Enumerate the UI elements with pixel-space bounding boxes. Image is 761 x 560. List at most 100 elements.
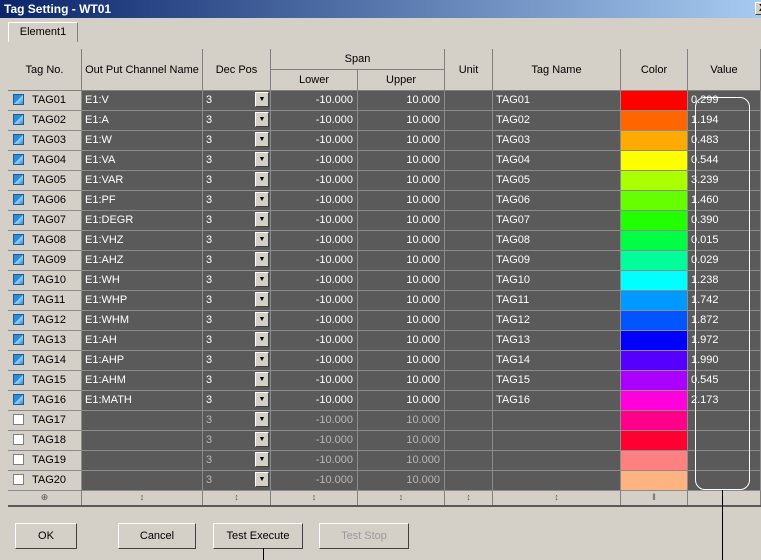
chevron-down-icon[interactable]: ▼ xyxy=(255,192,269,207)
tag-number-cell[interactable]: TAG02 xyxy=(8,111,82,131)
channel-cell[interactable]: E1:PF xyxy=(82,191,203,211)
span-upper-cell[interactable]: 10.000 xyxy=(358,171,445,191)
tag-name-cell[interactable]: TAG01 xyxy=(493,91,621,111)
channel-cell[interactable]: E1:WH xyxy=(82,271,203,291)
chevron-down-icon[interactable]: ▼ xyxy=(255,452,269,467)
tag-name-cell[interactable]: TAG10 xyxy=(493,271,621,291)
chevron-down-icon[interactable]: ▼ xyxy=(255,332,269,347)
tag-enable-checkbox[interactable] xyxy=(13,94,24,105)
tag-name-cell[interactable]: TAG04 xyxy=(493,151,621,171)
chevron-down-icon[interactable]: ▼ xyxy=(255,352,269,367)
dec-pos-select[interactable]: 3 ▼ xyxy=(203,411,271,431)
close-button[interactable]: X xyxy=(755,2,761,15)
unit-cell[interactable] xyxy=(445,271,493,291)
chevron-down-icon[interactable]: ▼ xyxy=(255,412,269,427)
channel-cell[interactable] xyxy=(82,411,203,431)
chevron-down-icon[interactable]: ▼ xyxy=(255,112,269,127)
color-swatch[interactable] xyxy=(621,431,688,451)
tag-enable-checkbox[interactable] xyxy=(13,434,24,445)
channel-cell[interactable]: E1:MATH xyxy=(82,391,203,411)
tag-number-cell[interactable]: TAG10 xyxy=(8,271,82,291)
chevron-down-icon[interactable]: ▼ xyxy=(255,432,269,447)
column-header-value[interactable]: Value xyxy=(688,49,761,91)
column-header-color[interactable]: Color xyxy=(621,49,688,91)
span-upper-cell[interactable]: 10.000 xyxy=(358,251,445,271)
dec-pos-select[interactable]: 3 ▼ xyxy=(203,331,271,351)
tag-name-cell[interactable]: TAG09 xyxy=(493,251,621,271)
span-lower-cell[interactable]: -10.000 xyxy=(271,291,358,311)
channel-cell[interactable]: E1:AHZ xyxy=(82,251,203,271)
color-swatch[interactable] xyxy=(621,311,688,331)
span-lower-cell[interactable]: -10.000 xyxy=(271,131,358,151)
column-resize-handle[interactable]: ↕ xyxy=(203,491,271,505)
tag-name-cell[interactable]: TAG12 xyxy=(493,311,621,331)
column-header-tag-name[interactable]: Tag Name xyxy=(493,49,621,91)
span-upper-cell[interactable]: 10.000 xyxy=(358,131,445,151)
unit-cell[interactable] xyxy=(445,471,493,491)
tag-name-cell[interactable] xyxy=(493,411,621,431)
cancel-button[interactable]: Cancel xyxy=(118,523,196,549)
tag-name-cell[interactable]: TAG14 xyxy=(493,351,621,371)
chevron-down-icon[interactable]: ▼ xyxy=(255,472,269,487)
tag-number-cell[interactable]: TAG06 xyxy=(8,191,82,211)
span-upper-cell[interactable]: 10.000 xyxy=(358,151,445,171)
chevron-down-icon[interactable]: ▼ xyxy=(255,252,269,267)
tag-number-cell[interactable]: TAG16 xyxy=(8,391,82,411)
color-swatch[interactable] xyxy=(621,211,688,231)
span-lower-cell[interactable]: -10.000 xyxy=(271,351,358,371)
channel-cell[interactable]: E1:V xyxy=(82,91,203,111)
chevron-down-icon[interactable]: ▼ xyxy=(255,272,269,287)
span-upper-cell[interactable]: 10.000 xyxy=(358,311,445,331)
column-header-tag-no[interactable]: Tag No. xyxy=(8,49,82,91)
span-upper-cell[interactable]: 10.000 xyxy=(358,271,445,291)
dec-pos-select[interactable]: 3 ▼ xyxy=(203,91,271,111)
dec-pos-select[interactable]: 3 ▼ xyxy=(203,351,271,371)
dec-pos-select[interactable]: 3 ▼ xyxy=(203,311,271,331)
channel-cell[interactable]: E1:AH xyxy=(82,331,203,351)
span-lower-cell[interactable]: -10.000 xyxy=(271,151,358,171)
unit-cell[interactable] xyxy=(445,311,493,331)
unit-cell[interactable] xyxy=(445,171,493,191)
channel-cell[interactable] xyxy=(82,451,203,471)
color-swatch[interactable] xyxy=(621,331,688,351)
dec-pos-select[interactable]: 3 ▼ xyxy=(203,391,271,411)
channel-cell[interactable]: E1:VAR xyxy=(82,171,203,191)
color-swatch[interactable] xyxy=(621,231,688,251)
span-lower-cell[interactable]: -10.000 xyxy=(271,311,358,331)
tag-enable-checkbox[interactable] xyxy=(13,194,24,205)
column-resize-handle[interactable]: ↕ xyxy=(82,491,203,505)
dec-pos-select[interactable]: 3 ▼ xyxy=(203,471,271,491)
span-upper-cell[interactable]: 10.000 xyxy=(358,391,445,411)
color-swatch[interactable] xyxy=(621,151,688,171)
chevron-down-icon[interactable]: ▼ xyxy=(255,172,269,187)
tag-name-cell[interactable]: TAG07 xyxy=(493,211,621,231)
color-swatch[interactable] xyxy=(621,451,688,471)
channel-cell[interactable]: E1:WHP xyxy=(82,291,203,311)
tag-number-cell[interactable]: TAG09 xyxy=(8,251,82,271)
span-lower-cell[interactable]: -10.000 xyxy=(271,111,358,131)
tag-number-cell[interactable]: TAG03 xyxy=(8,131,82,151)
unit-cell[interactable] xyxy=(445,251,493,271)
channel-cell[interactable]: E1:WHM xyxy=(82,311,203,331)
span-upper-cell[interactable]: 10.000 xyxy=(358,111,445,131)
dec-pos-select[interactable]: 3 ▼ xyxy=(203,131,271,151)
tag-enable-checkbox[interactable] xyxy=(13,354,24,365)
tag-name-cell[interactable]: TAG02 xyxy=(493,111,621,131)
ok-button[interactable]: OK xyxy=(15,523,77,549)
dec-pos-select[interactable]: 3 ▼ xyxy=(203,371,271,391)
tag-enable-checkbox[interactable] xyxy=(13,254,24,265)
chevron-down-icon[interactable]: ▼ xyxy=(255,152,269,167)
dec-pos-select[interactable]: 3 ▼ xyxy=(203,431,271,451)
column-header-unit[interactable]: Unit xyxy=(445,49,493,91)
unit-cell[interactable] xyxy=(445,231,493,251)
color-swatch[interactable] xyxy=(621,191,688,211)
column-resize-handle[interactable]: ↕ xyxy=(271,491,358,505)
span-lower-cell[interactable]: -10.000 xyxy=(271,91,358,111)
tab-element1[interactable]: Element1 xyxy=(8,22,78,42)
dec-pos-select[interactable]: 3 ▼ xyxy=(203,271,271,291)
dec-pos-select[interactable]: 3 ▼ xyxy=(203,231,271,251)
dec-pos-select[interactable]: 3 ▼ xyxy=(203,291,271,311)
span-lower-cell[interactable]: -10.000 xyxy=(271,371,358,391)
unit-cell[interactable] xyxy=(445,451,493,471)
span-upper-cell[interactable]: 10.000 xyxy=(358,471,445,491)
